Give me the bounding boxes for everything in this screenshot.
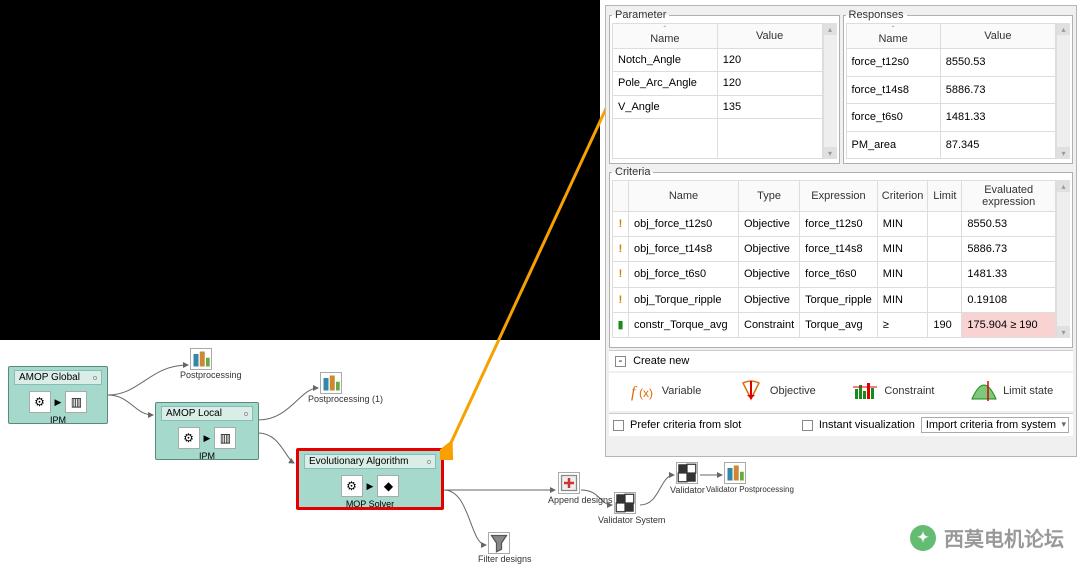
validator-postprocessing-node[interactable] <box>724 462 746 484</box>
table-row: ▮constr_Torque_avgConstraintTorque_avg≥1… <box>613 312 1056 337</box>
create-variable-button[interactable]: f(x) Variable <box>629 379 702 403</box>
wechat-icon: ✦ <box>910 525 936 551</box>
table-row: !obj_Torque_rippleObjectiveTorque_ripple… <box>613 287 1056 312</box>
table-row: Pole_Arc_Angle120 <box>613 72 823 95</box>
node-sublabel: IPM <box>14 415 102 425</box>
node-label: Validator Postprocessing <box>706 485 794 494</box>
table-row: !obj_force_t12s0Objectiveforce_t12s0MIN8… <box>613 212 1056 237</box>
gear-icon: ⚙ <box>178 427 200 449</box>
node-title: Evolutionary Algorithm <box>309 456 409 467</box>
col-value[interactable]: Value <box>756 30 783 42</box>
node-label: Validator <box>670 485 705 495</box>
node-amop-local[interactable]: AMOP Local ⚙ ▶ ▥ IPM <box>155 402 259 460</box>
create-new-section: - Create new <box>609 350 1073 371</box>
scrollbar[interactable]: ▴▾ <box>1056 23 1070 159</box>
warn-icon: ! <box>613 262 629 287</box>
responses-panel: Responses ˆName Value force_t12s08550.53… <box>843 9 1074 164</box>
warn-icon: ! <box>613 212 629 237</box>
table-row: force_t14s85886.73 <box>846 76 1056 104</box>
parameter-panel: Parameter ˆName Value Notch_Angle120 Pol… <box>609 9 840 164</box>
prefer-criteria-checkbox[interactable] <box>613 420 624 431</box>
col-type[interactable]: Type <box>757 190 781 202</box>
parameter-table[interactable]: ˆName Value Notch_Angle120 Pole_Arc_Angl… <box>612 23 823 159</box>
table-row: Notch_Angle120 <box>613 49 823 72</box>
table-row: V_Angle135 <box>613 95 823 118</box>
node-label: Validator System <box>598 515 665 525</box>
col-limit[interactable]: Limit <box>933 190 956 202</box>
node-title: AMOP Local <box>166 408 222 419</box>
create-objective-button[interactable]: Objective <box>737 379 816 403</box>
col-name[interactable]: Name <box>878 33 907 45</box>
arrow-icon: ▶ <box>204 433 211 444</box>
criteria-table[interactable]: Name Type Expression Criterion Limit Eva… <box>612 180 1056 338</box>
create-constraint-button[interactable]: Constraint <box>851 379 934 403</box>
col-name[interactable]: Name <box>669 190 698 202</box>
node-amop-global[interactable]: AMOP Global ⚙ ▶ ▥ IPM <box>8 366 108 424</box>
node-label: Postprocessing <box>180 370 242 380</box>
validator-system-node[interactable] <box>614 492 636 514</box>
block-icon: ▥ <box>214 427 236 449</box>
solver-icon: ◆ <box>377 475 399 497</box>
block-icon: ▥ <box>65 391 87 413</box>
import-criteria-dropdown[interactable]: Import criteria from system <box>921 417 1069 433</box>
node-title: AMOP Global <box>19 372 80 383</box>
table-row: force_t12s08550.53 <box>846 49 1056 77</box>
expand-toggle[interactable]: - <box>615 356 626 367</box>
node-sublabel: MOP Solver <box>304 499 436 509</box>
table-row: PM_area87.345 <box>846 131 1056 159</box>
node-sublabel: IPM <box>161 451 253 461</box>
properties-panel: Parameter ˆName Value Notch_Angle120 Pol… <box>605 5 1077 457</box>
prefer-criteria-label: Prefer criteria from slot <box>630 419 741 431</box>
criteria-panel: Criteria Name Type Expression Criterion … <box>609 166 1073 348</box>
node-label: Postprocessing (1) <box>308 394 383 404</box>
col-criterion[interactable]: Criterion <box>882 190 924 202</box>
panel-legend: Criteria <box>612 166 653 178</box>
scrollbar[interactable]: ▴▾ <box>823 23 837 159</box>
node-label: Append designs <box>548 495 613 505</box>
panel-legend: Parameter <box>612 9 669 21</box>
postprocessing-node[interactable] <box>190 348 212 370</box>
svg-text:f: f <box>631 384 638 401</box>
instant-visualization-label: Instant visualization <box>819 419 915 431</box>
arrow-icon: ▶ <box>367 481 374 492</box>
warn-icon: ! <box>613 237 629 262</box>
create-limit-state-button[interactable]: Limit state <box>970 379 1053 403</box>
panel-legend: Responses <box>846 9 907 21</box>
col-value[interactable]: Value <box>984 30 1011 42</box>
filter-designs-node[interactable] <box>488 532 510 554</box>
col-eval[interactable]: Evaluated expression <box>982 184 1035 208</box>
postprocessing-1-node[interactable] <box>320 372 342 394</box>
table-row: force_t6s01481.33 <box>846 104 1056 132</box>
append-designs-node[interactable] <box>558 472 580 494</box>
create-new-label: Create new <box>633 355 689 367</box>
scrollbar[interactable]: ▴▾ <box>1056 180 1070 338</box>
warn-icon: ! <box>613 287 629 312</box>
table-row: !obj_force_t14s8Objectiveforce_t14s8MIN5… <box>613 237 1056 262</box>
svg-text:(x): (x) <box>639 386 653 400</box>
instant-visualization-checkbox[interactable] <box>802 420 813 431</box>
gear-icon: ⚙ <box>29 391 51 413</box>
table-row: !obj_force_t6s0Objectiveforce_t6s0MIN148… <box>613 262 1056 287</box>
node-label: Filter designs <box>478 554 532 564</box>
ok-icon: ▮ <box>613 312 629 337</box>
col-expr[interactable]: Expression <box>811 190 865 202</box>
validator-node[interactable] <box>676 462 698 484</box>
gear-icon: ⚙ <box>341 475 363 497</box>
responses-table[interactable]: ˆName Value force_t12s08550.53 force_t14… <box>846 23 1057 159</box>
watermark: ✦ 西莫电机论坛 <box>910 523 1064 552</box>
arrow-icon: ▶ <box>55 397 62 408</box>
col-name[interactable]: Name <box>650 33 679 45</box>
node-evolutionary-algorithm[interactable]: Evolutionary Algorithm ⚙ ▶ ◆ MOP Solver <box>296 448 444 510</box>
